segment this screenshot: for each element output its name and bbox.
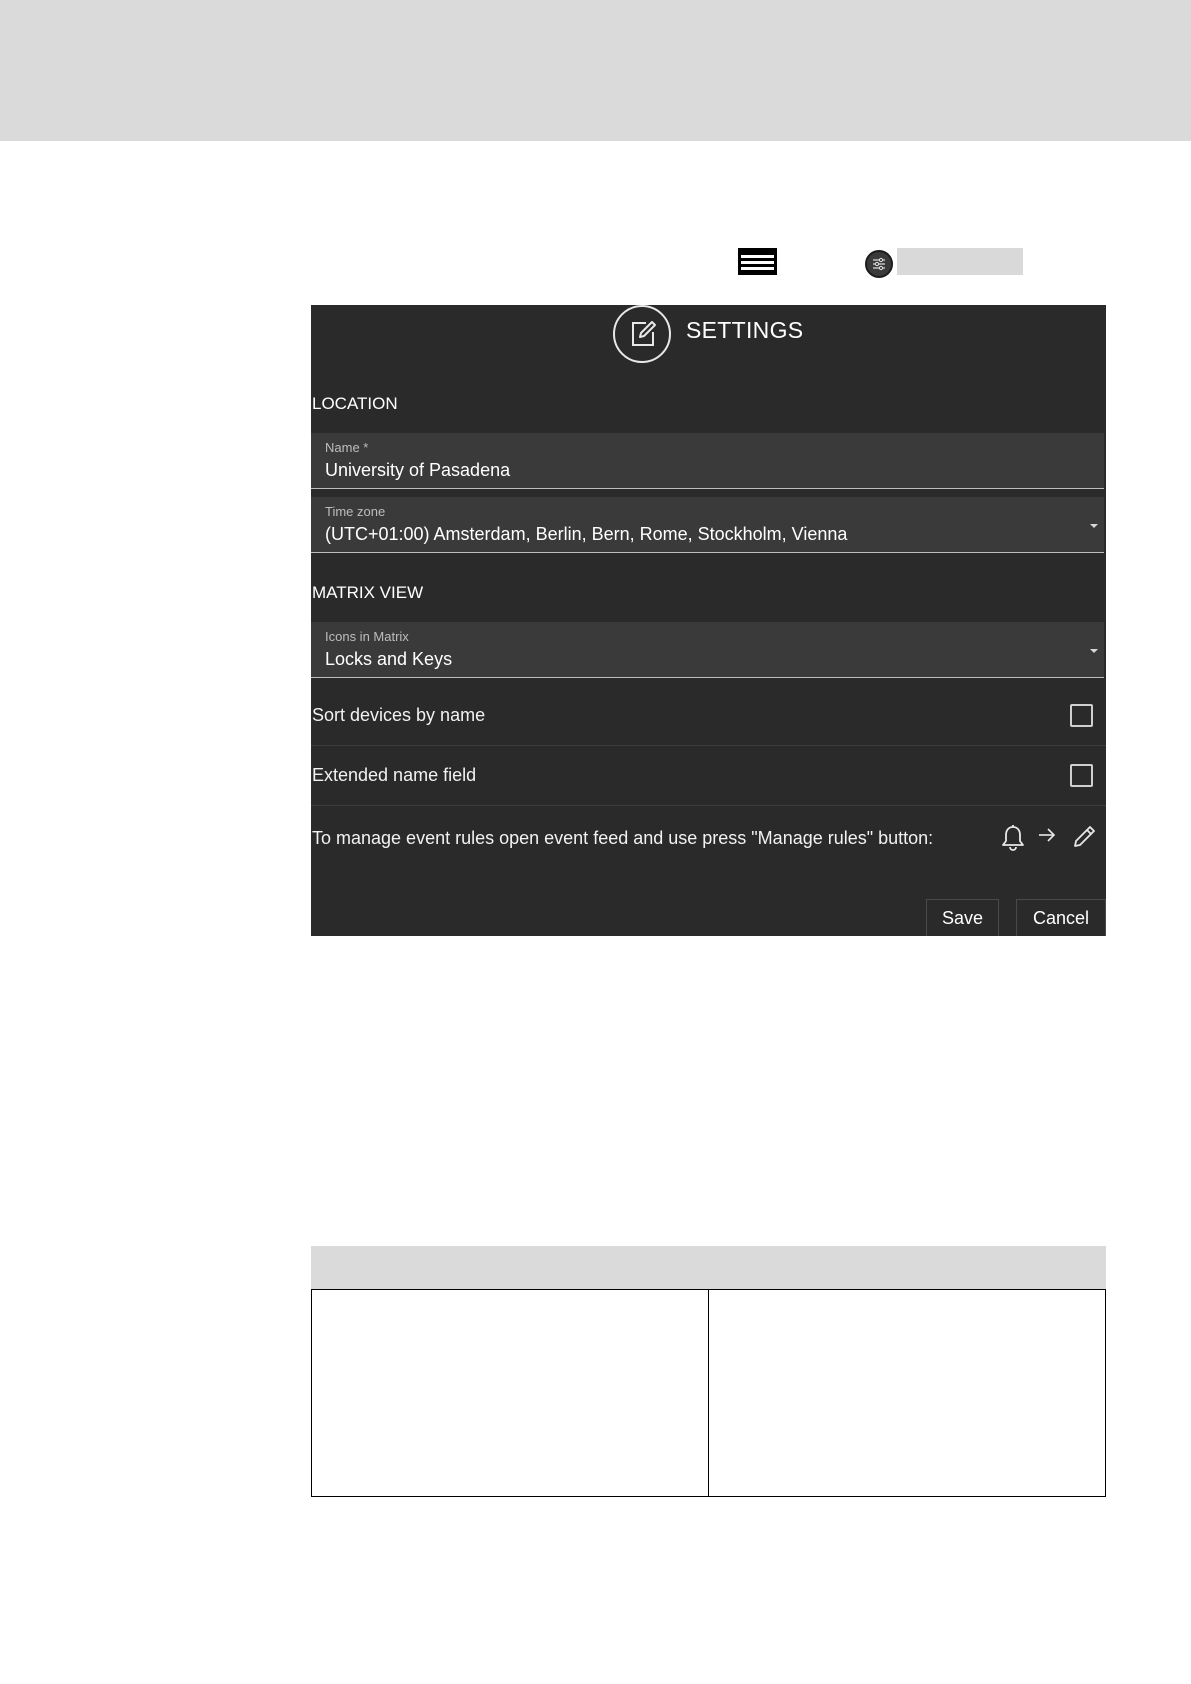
table-body — [311, 1289, 1106, 1497]
extended-name-label: Extended name field — [312, 765, 477, 785]
arrow-right-icon — [1037, 827, 1057, 848]
name-field-label: Name * — [325, 440, 369, 455]
extended-name-checkbox[interactable] — [1070, 764, 1093, 787]
pencil-icon — [1071, 824, 1097, 855]
top-header-band — [0, 0, 1191, 141]
table-cell — [312, 1290, 709, 1496]
document-table — [311, 1246, 1106, 1497]
table-cell — [709, 1290, 1105, 1496]
manage-rules-text: To manage event rules open event feed an… — [312, 828, 934, 848]
icons-in-matrix-value[interactable]: Locks and Keys — [325, 649, 452, 670]
chevron-down-icon[interactable] — [1090, 649, 1098, 653]
name-field-value[interactable]: University of Pasadena — [325, 460, 510, 481]
filter-sliders-icon[interactable] — [865, 250, 893, 278]
inline-icon-row — [0, 246, 1191, 280]
settings-header: SETTINGS — [311, 305, 1106, 365]
cancel-button[interactable]: Cancel — [1016, 899, 1106, 936]
name-field[interactable]: Name * University of Pasadena — [311, 433, 1104, 489]
sort-devices-label: Sort devices by name — [312, 705, 486, 725]
redacted-label — [897, 248, 1023, 275]
timezone-select[interactable]: Time zone (UTC+01:00) Amsterdam, Berlin,… — [311, 497, 1104, 553]
chevron-down-icon[interactable] — [1090, 524, 1098, 528]
bell-icon — [1001, 824, 1025, 857]
edit-note-icon — [613, 305, 671, 363]
table-header — [311, 1246, 1106, 1289]
save-button[interactable]: Save — [926, 899, 999, 936]
icons-in-matrix-label: Icons in Matrix — [325, 629, 409, 644]
section-title-matrix-view: MATRIX VIEW — [312, 583, 424, 602]
section-title-location: LOCATION — [312, 394, 398, 413]
settings-panel: SETTINGS LOCATION Name * University of P… — [311, 305, 1106, 936]
sort-devices-row: Sort devices by name — [311, 686, 1106, 746]
icons-in-matrix-select[interactable]: Icons in Matrix Locks and Keys — [311, 622, 1104, 678]
extended-name-row: Extended name field — [311, 746, 1106, 806]
manage-rules-row: To manage event rules open event feed an… — [311, 806, 1106, 866]
timezone-select-value[interactable]: (UTC+01:00) Amsterdam, Berlin, Bern, Rom… — [325, 524, 847, 545]
sort-devices-checkbox[interactable] — [1070, 704, 1093, 727]
page: SETTINGS LOCATION Name * University of P… — [0, 0, 1191, 1684]
hamburger-menu-icon[interactable] — [738, 248, 777, 275]
settings-title: SETTINGS — [686, 317, 804, 343]
timezone-select-label: Time zone — [325, 504, 386, 519]
